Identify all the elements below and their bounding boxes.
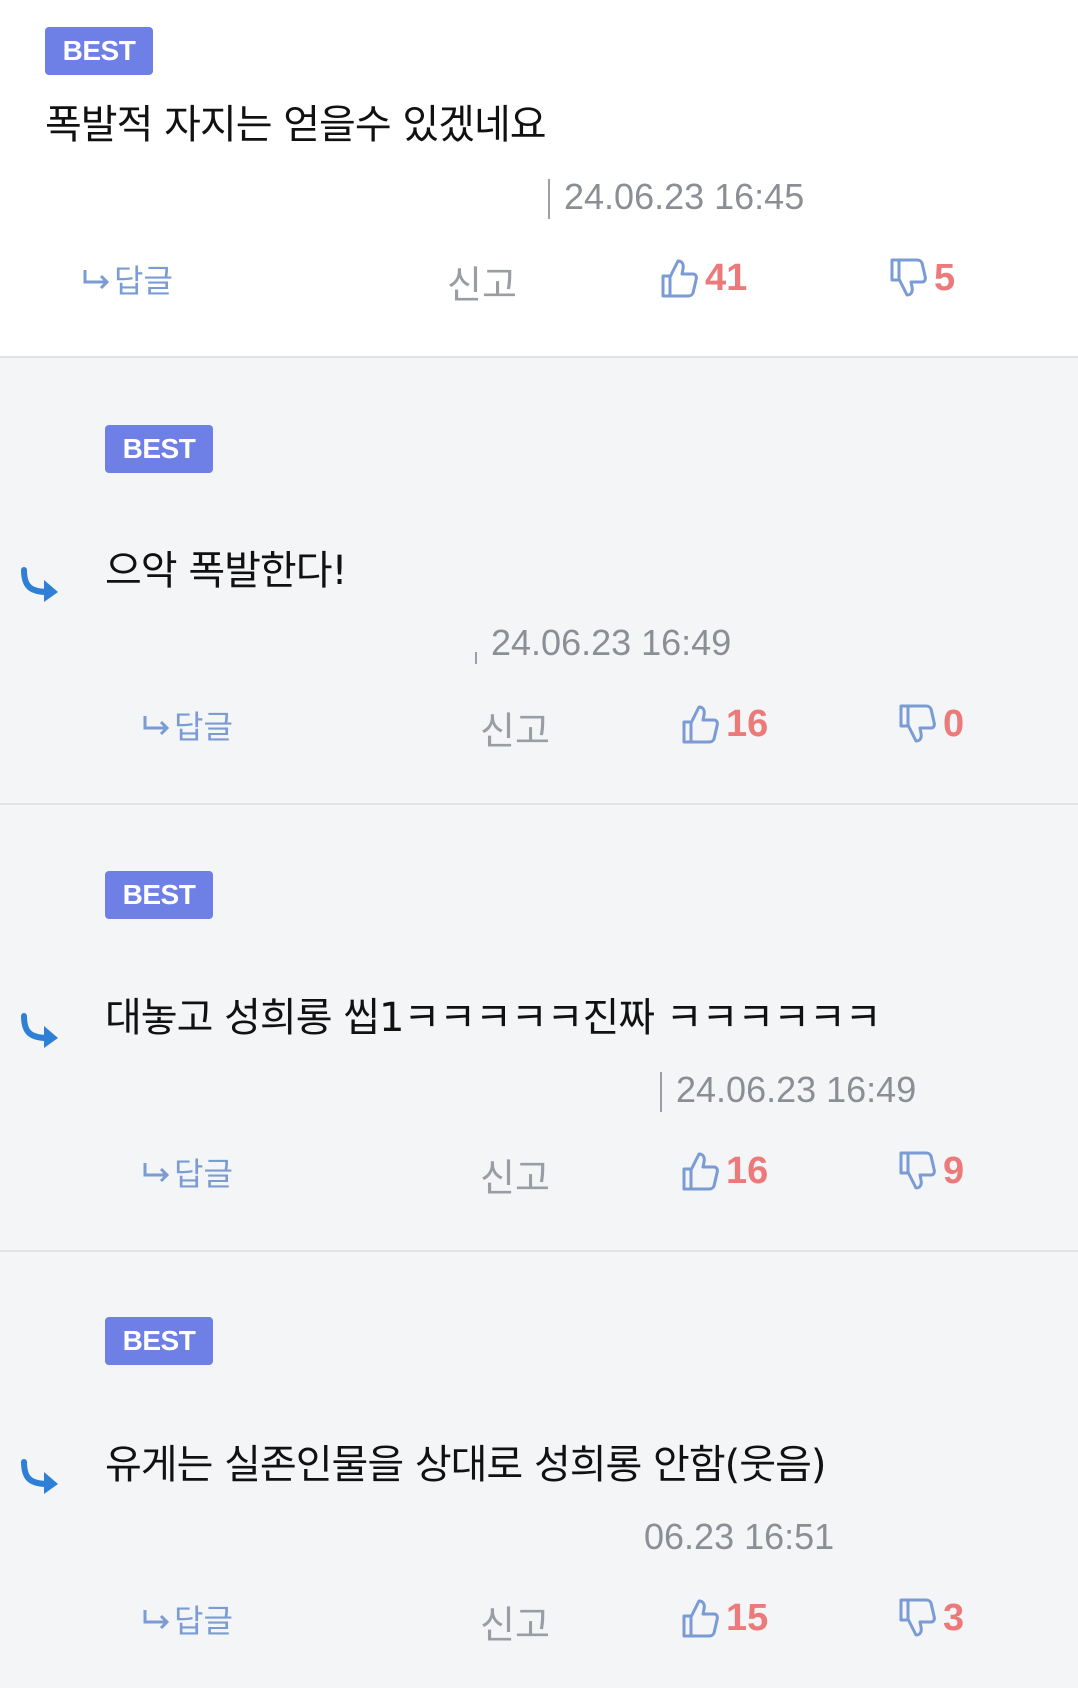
like-count: 15 bbox=[726, 1596, 769, 1639]
reply-icon bbox=[143, 1610, 170, 1630]
dislike-count: 9 bbox=[943, 1149, 965, 1192]
report-button[interactable]: 신고 bbox=[480, 1147, 550, 1202]
comment-timestamp: 24.06.23 16:49 bbox=[660, 1069, 917, 1113]
comment-text: 대놓고 성희롱 씹1ㅋㅋㅋㅋㅋ진짜 ㅋㅋㅋㅋㅋㅋ bbox=[105, 995, 882, 1041]
comment-text: 폭발적 자지는 얻을수 있겠네요 bbox=[45, 102, 547, 148]
dislike-count: 5 bbox=[934, 256, 956, 299]
like-count: 16 bbox=[726, 702, 769, 745]
timestamp-divider bbox=[660, 1072, 662, 1113]
reply-arrow-icon bbox=[21, 567, 58, 602]
timestamp-divider bbox=[475, 652, 477, 664]
thumbs-up-icon bbox=[682, 1152, 719, 1191]
reply-comment-item: BEST 대놓고 성희롱 씹1ㅋㅋㅋㅋㅋ진짜 ㅋㅋㅋㅋㅋㅋ 24.06.23 1… bbox=[0, 805, 1078, 1252]
thumbs-up-icon bbox=[661, 259, 698, 298]
best-badge: BEST bbox=[105, 425, 213, 473]
comment-text: 유게는 실존인물을 상대로 성희롱 안함(웃음) bbox=[105, 1442, 826, 1488]
dislike-button[interactable]: 3 bbox=[897, 1596, 964, 1640]
comment-text: 으악 폭발한다! bbox=[105, 548, 348, 594]
like-button[interactable]: 16 bbox=[680, 1149, 768, 1193]
like-count: 41 bbox=[705, 256, 748, 299]
reply-label: 답글 bbox=[174, 1155, 233, 1193]
dislike-button[interactable]: 5 bbox=[888, 256, 955, 300]
comment-actions: 답글 신고 41 5 bbox=[0, 250, 1078, 310]
reply-comment-item: BEST 유게는 실존인물을 상대로 성희롱 안함(웃음) 06.23 16:5… bbox=[0, 1252, 1078, 1688]
reply-icon bbox=[143, 1163, 170, 1183]
comment-timestamp: 24.06.23 16:45 bbox=[548, 176, 805, 220]
reply-icon bbox=[83, 270, 110, 290]
thumbs-down-icon bbox=[899, 1151, 936, 1190]
comment-timestamp: 06.23 16:51 bbox=[644, 1516, 834, 1558]
like-button[interactable]: 15 bbox=[680, 1596, 768, 1640]
reply-label: 답글 bbox=[174, 1602, 233, 1640]
reply-button[interactable]: 답글 bbox=[142, 702, 233, 748]
thumbs-down-icon bbox=[890, 258, 927, 297]
reply-label: 답글 bbox=[114, 262, 173, 300]
thumbs-down-icon bbox=[899, 1598, 936, 1637]
like-count: 16 bbox=[726, 1149, 769, 1192]
comment-timestamp: 24.06.23 16:49 bbox=[475, 622, 731, 664]
thumbs-down-icon bbox=[899, 704, 936, 743]
reply-button[interactable]: 답글 bbox=[142, 1149, 233, 1195]
best-badge: BEST bbox=[45, 27, 153, 75]
best-badge: BEST bbox=[105, 1317, 213, 1365]
dislike-count: 3 bbox=[943, 1596, 965, 1639]
reply-button[interactable]: 답글 bbox=[82, 256, 173, 302]
comment-actions: 답글 신고 16 9 bbox=[0, 1143, 1078, 1203]
comment-item: BEST 폭발적 자지는 얻을수 있겠네요 24.06.23 16:45 답글 … bbox=[0, 0, 1078, 358]
reply-icon bbox=[143, 716, 170, 736]
timestamp-text: 24.06.23 16:45 bbox=[564, 176, 805, 217]
like-button[interactable]: 16 bbox=[680, 702, 768, 746]
reply-arrow-icon bbox=[21, 1013, 58, 1048]
timestamp-divider bbox=[548, 179, 550, 220]
report-button[interactable]: 신고 bbox=[480, 700, 550, 755]
reply-arrow-icon bbox=[21, 1459, 58, 1494]
report-button[interactable]: 신고 bbox=[480, 1594, 550, 1649]
like-button[interactable]: 41 bbox=[659, 256, 747, 300]
best-badge: BEST bbox=[105, 871, 213, 919]
timestamp-text: 24.06.23 16:49 bbox=[491, 622, 732, 663]
reply-comment-item: BEST 으악 폭발한다! 24.06.23 16:49 답글 신고 16 0 bbox=[0, 358, 1078, 805]
comment-actions: 답글 신고 16 0 bbox=[0, 696, 1078, 756]
reply-label: 답글 bbox=[174, 708, 233, 746]
thumbs-up-icon bbox=[682, 705, 719, 744]
report-button[interactable]: 신고 bbox=[447, 254, 517, 309]
reply-button[interactable]: 답글 bbox=[142, 1596, 233, 1642]
timestamp-text: 24.06.23 16:49 bbox=[676, 1069, 917, 1110]
dislike-count: 0 bbox=[943, 702, 965, 745]
dislike-button[interactable]: 9 bbox=[897, 1149, 964, 1193]
thumbs-up-icon bbox=[682, 1599, 719, 1638]
comment-actions: 답글 신고 15 3 bbox=[0, 1590, 1078, 1650]
dislike-button[interactable]: 0 bbox=[897, 702, 964, 746]
timestamp-text: 06.23 16:51 bbox=[644, 1516, 835, 1557]
